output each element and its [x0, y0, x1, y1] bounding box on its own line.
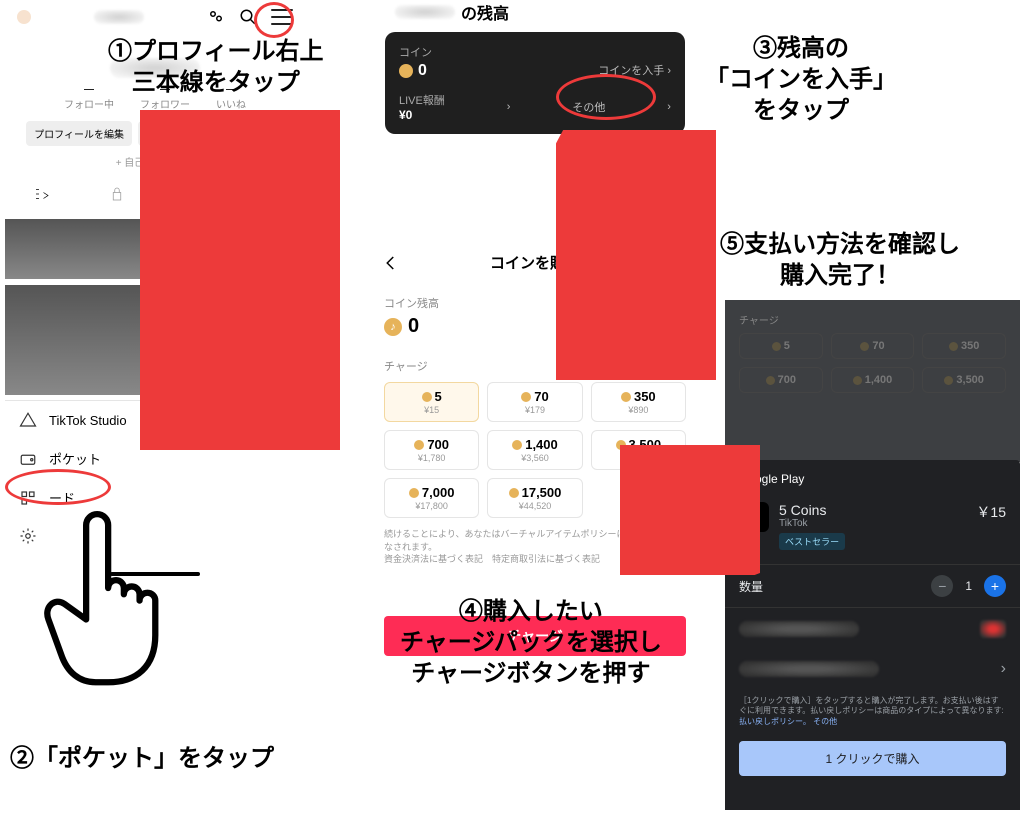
payment-blur: [739, 621, 859, 637]
refund-policy-link[interactable]: 払い戻しポリシー。: [739, 717, 811, 726]
other-link[interactable]: その他: [813, 717, 837, 726]
balance-screen: の残高 コイン 0 コインを入手 › LIVE報酬 ¥0 › その他 ›: [385, 0, 685, 134]
coin-icon: [409, 488, 419, 498]
annotation-5: ⑤支払い方法を確認し 購入完了！: [720, 229, 960, 291]
arrow-1: [140, 110, 340, 450]
dim-pack-grid: 5 70 350 700 1,400 3,500: [725, 333, 1020, 393]
avatar-dot: [17, 10, 31, 24]
coin-value: 0: [418, 62, 427, 80]
chevron-right-icon: ›: [1001, 660, 1006, 678]
footsteps-icon[interactable]: [207, 8, 225, 26]
highlight-circle-get-coins: [556, 74, 656, 120]
qty-label: 数量: [739, 578, 763, 595]
dim-coin-pack: 1,400: [831, 367, 915, 393]
google-play-screen: チャージ 5 70 350 700 1,400 3,500 Google Play ♪ 5…: [725, 300, 1020, 810]
annotation-4: ④購入したい チャージパックを選択し チャージボタンを押す: [400, 596, 662, 690]
grid-tab-icon[interactable]: [33, 185, 51, 203]
coin-icon: [414, 440, 424, 450]
coin-pack[interactable]: 5¥15: [384, 382, 479, 422]
coin-icon: [399, 64, 413, 78]
balance-title: の残高: [461, 0, 509, 24]
tiktok-coin-icon: ♪: [384, 318, 402, 336]
lock-tab-icon[interactable]: [108, 185, 126, 203]
coin-icon: [521, 392, 531, 402]
coin-icon: [621, 392, 631, 402]
balance-chev-2[interactable]: ›: [667, 101, 671, 113]
arrow-3: [620, 445, 760, 575]
highlight-circle-hamburger: [254, 2, 294, 38]
edit-profile-button[interactable]: プロフィールを編集: [26, 121, 132, 146]
dim-charge-label: チャージ: [725, 300, 1020, 333]
coin-pack[interactable]: 17,500¥44,520: [487, 478, 582, 518]
dim-coin-pack: 3,500: [922, 367, 1006, 393]
fine-print: ［1クリックで購入］をタップすると購入が完了します。お支払い後はすぐに利用できま…: [725, 688, 1020, 735]
dimmed-background: チャージ 5 70 350 700 1,400 3,500: [725, 300, 1020, 462]
bestseller-badge: ベストセラー: [779, 533, 845, 550]
item-sub: TikTok: [779, 518, 845, 529]
qty-minus-button[interactable]: −: [931, 575, 953, 597]
annotation-2: ②「ポケット」をタップ: [10, 743, 274, 774]
item-price: ￥15: [976, 502, 1006, 522]
live-value: ¥0: [399, 108, 445, 122]
coin-icon: [422, 392, 432, 402]
username-blur-2: [395, 5, 455, 19]
username-blur: [94, 10, 144, 24]
card-icon-blur: [980, 620, 1006, 638]
hand-pointer-icon: [25, 478, 185, 698]
dim-coin-pack: 5: [739, 333, 823, 359]
account-blur: [739, 661, 879, 677]
back-icon[interactable]: [382, 254, 400, 272]
coin-pack[interactable]: 70¥179: [487, 382, 582, 422]
dim-coin-pack: 700: [739, 367, 823, 393]
coin-icon: [509, 488, 519, 498]
coin-pack[interactable]: 700¥1,780: [384, 430, 479, 470]
balance-chev-1[interactable]: ›: [507, 101, 511, 113]
account-row[interactable]: ›: [725, 650, 1020, 688]
google-play-header: Google Play: [725, 460, 1020, 494]
coin-icon: [512, 440, 522, 450]
qty-plus-button[interactable]: +: [984, 575, 1006, 597]
stat-following[interactable]: —フォロー中: [64, 84, 114, 111]
coin-label: コイン: [399, 44, 671, 60]
dim-coin-pack: 350: [922, 333, 1006, 359]
arrow-2: [556, 130, 716, 380]
coin-pack[interactable]: 350¥890: [591, 382, 686, 422]
payment-method-row[interactable]: [725, 608, 1020, 650]
coin-balance-value: 0: [408, 315, 419, 338]
coin-pack[interactable]: 7,000¥17,800: [384, 478, 479, 518]
google-play-sheet: Google Play ♪ 5 Coins TikTok ベストセラー ￥15 …: [725, 460, 1020, 810]
dim-coin-pack: 70: [831, 333, 915, 359]
annotation-3: ③残高の 「コインを入手」 をタップ: [705, 33, 897, 127]
coin-pack[interactable]: 1,400¥3,560: [487, 430, 582, 470]
annotation-1: ①プロフィール右上 三本線をタップ: [108, 36, 324, 98]
item-name: 5 Coins: [779, 502, 845, 518]
live-label: LIVE報酬: [399, 92, 445, 108]
qty-value: 1: [965, 579, 972, 593]
one-click-buy-button[interactable]: 1 クリックで購入: [739, 741, 1006, 776]
